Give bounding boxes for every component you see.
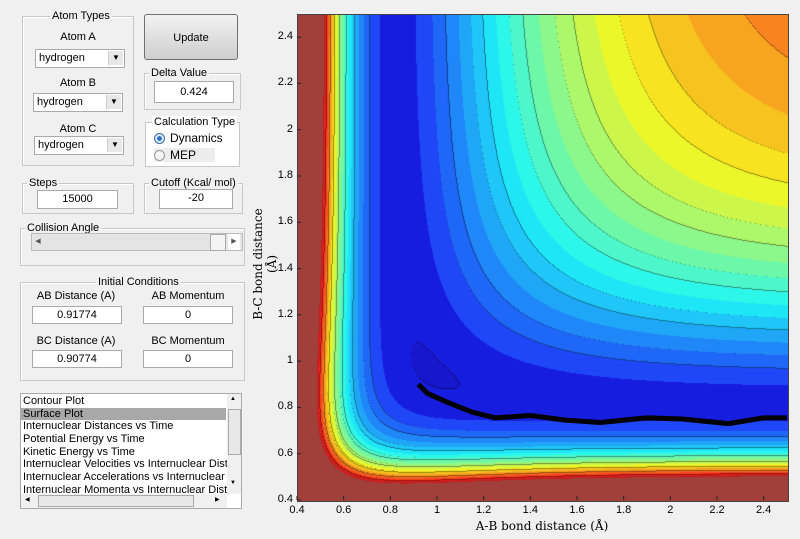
bc-momentum-input[interactable]: 0 bbox=[143, 350, 233, 368]
ab-distance-input[interactable]: 0.91774 bbox=[32, 306, 122, 324]
chevron-down-icon: ▼ bbox=[108, 51, 123, 65]
chevron-down-icon: ▼ bbox=[107, 138, 122, 152]
radio-selected-icon bbox=[154, 133, 165, 144]
bc-distance-input[interactable]: 0.90774 bbox=[32, 350, 122, 368]
x-tick-label: 1 bbox=[433, 504, 441, 516]
list-item[interactable]: Contour Plot bbox=[21, 395, 226, 408]
list-item[interactable]: Surface Plot bbox=[21, 407, 226, 421]
delta-value-input[interactable]: 0.424 bbox=[154, 81, 234, 103]
y-tick-label: 0.4 bbox=[277, 493, 293, 505]
radio-mep[interactable]: MEP bbox=[154, 148, 215, 162]
x-tick-label: 0.6 bbox=[336, 504, 352, 516]
radio-unselected-icon bbox=[154, 150, 165, 161]
x-tick-label: 2.4 bbox=[756, 504, 772, 516]
steps-group: Steps 15000 bbox=[22, 177, 134, 214]
horizontal-scrollbar[interactable]: ◀ ▶ bbox=[21, 494, 227, 508]
slider-thumb[interactable] bbox=[210, 234, 226, 251]
initial-conditions-group: Initial Conditions AB Distance (A) AB Mo… bbox=[20, 276, 245, 381]
vertical-scrollbar[interactable]: ▲ ▼ bbox=[227, 394, 241, 494]
y-tick-label: 0.8 bbox=[277, 400, 293, 413]
list-item[interactable]: Internuclear Distances vs Time bbox=[21, 420, 226, 433]
potential-energy-surface[interactable] bbox=[297, 14, 789, 502]
list-item[interactable]: Potential Energy vs Time bbox=[21, 433, 226, 446]
x-tick-label: 0.8 bbox=[382, 504, 398, 516]
cutoff-group: Cutoff (Kcal/ mol) -20 bbox=[144, 177, 243, 214]
scroll-up-icon[interactable]: ▲ bbox=[230, 396, 236, 402]
list-item[interactable]: Internuclear Velocities vs Internuclear … bbox=[21, 458, 241, 471]
scroll-thumb[interactable] bbox=[38, 495, 194, 507]
ab-momentum-input[interactable]: 0 bbox=[143, 306, 233, 324]
scroll-left-icon[interactable]: ◀ bbox=[25, 496, 30, 503]
x-tick-label: 1.6 bbox=[569, 504, 585, 516]
scroll-down-icon[interactable]: ▼ bbox=[230, 480, 236, 486]
y-tick-label: 2 bbox=[286, 122, 293, 135]
x-tick-label: 2 bbox=[667, 504, 674, 516]
atom-c-dropdown[interactable]: hydrogen ▼ bbox=[34, 136, 124, 155]
y-tick-label: 1 bbox=[286, 354, 293, 367]
calculation-type-group: Calculation Type Dynamics MEP bbox=[145, 116, 240, 167]
y-tick-label: 2.2 bbox=[277, 76, 293, 89]
scroll-right-icon[interactable]: ▶ bbox=[215, 496, 220, 503]
chevron-down-icon: ▼ bbox=[106, 95, 121, 109]
y-tick-label: 0.6 bbox=[277, 446, 293, 459]
x-tick-label: 1.4 bbox=[522, 504, 538, 516]
collision-angle-group: Collision Angle ◀ ▶ bbox=[20, 222, 245, 266]
scroll-thumb[interactable] bbox=[228, 409, 241, 455]
plot-type-listbox[interactable]: Contour Plot Surface Plot Internuclear Dis… bbox=[20, 393, 242, 509]
collision-angle-slider[interactable]: ◀ ▶ bbox=[31, 233, 243, 251]
update-button[interactable]: Update bbox=[144, 14, 238, 60]
x-tick-label: 0.4 bbox=[289, 504, 305, 516]
y-tick-label: 1.8 bbox=[277, 169, 293, 181]
x-tick-label: 2.2 bbox=[709, 504, 725, 516]
delta-value-group: Delta Value 0.424 bbox=[144, 67, 241, 110]
x-tick-label: 1.8 bbox=[616, 504, 632, 516]
x-tick-label: 1.2 bbox=[476, 504, 492, 516]
y-tick-label: 2.4 bbox=[277, 30, 293, 43]
steps-input[interactable]: 15000 bbox=[37, 190, 118, 209]
atom-types-group: Atom Types Atom A hydrogen ▼ Atom B hydro… bbox=[22, 10, 134, 166]
scroll-right-icon[interactable]: ▶ bbox=[228, 234, 240, 250]
y-axis-label: B-C bond distance (Å) bbox=[251, 208, 279, 320]
scroll-left-icon[interactable]: ◀ bbox=[32, 234, 44, 250]
x-axis-label: A-B bond distance (Å) bbox=[475, 519, 609, 533]
list-item[interactable]: Kinetic Energy vs Time bbox=[21, 446, 226, 459]
atom-a-dropdown[interactable]: hydrogen ▼ bbox=[35, 49, 125, 68]
cutoff-input[interactable]: -20 bbox=[159, 189, 233, 209]
atom-b-dropdown[interactable]: hydrogen ▼ bbox=[33, 93, 123, 112]
list-item[interactable]: Internuclear Accelerations vs Internucle… bbox=[21, 471, 241, 484]
